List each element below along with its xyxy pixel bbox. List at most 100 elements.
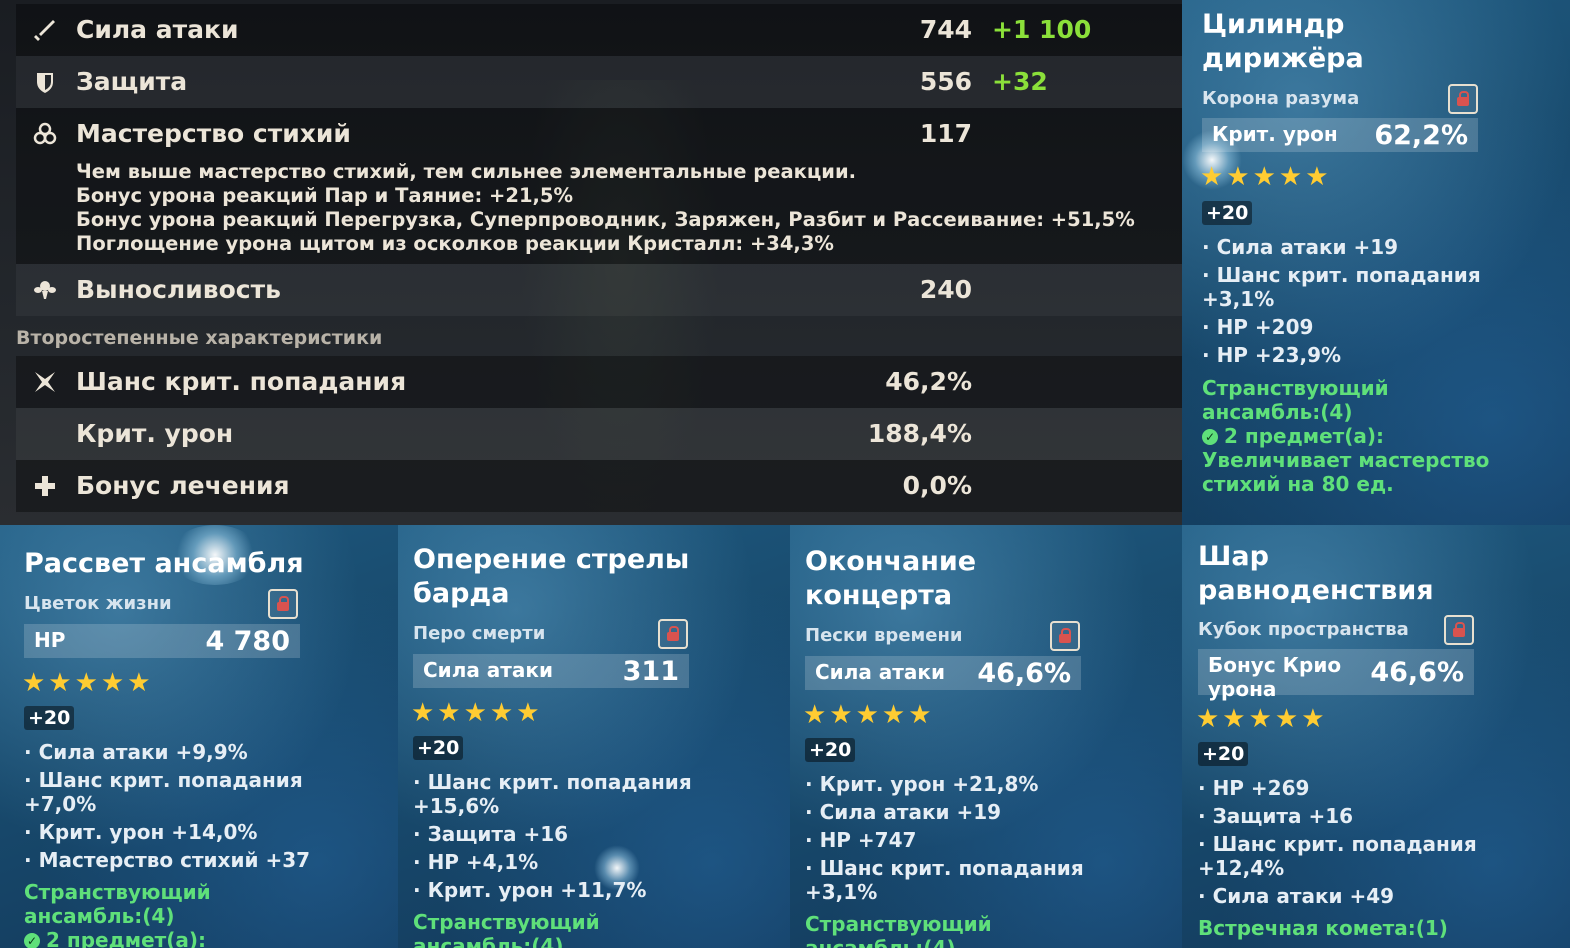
stat-row-crit-damage: Крит. урон 188,4%	[16, 408, 1182, 460]
lock-icon[interactable]	[1448, 84, 1478, 114]
artifact-title: Цилиндр дирижёра	[1202, 9, 1364, 74]
artifact-main-stat: HP 4 780	[24, 624, 300, 658]
elemental-mastery-icon	[32, 121, 58, 147]
artifact-set-bonus: ✓ 2 предмет(а): Увеличивает мастерство ст…	[1202, 424, 1492, 496]
substat: HP +747	[805, 826, 1084, 854]
artifact-set-name: Странствующий ансамбль:(4)	[24, 880, 211, 928]
stat-row-stamina: Выносливость 240	[16, 264, 1182, 316]
lock-icon[interactable]	[658, 619, 688, 649]
artifact-main-stat: Бонус Крио урона 46,6%	[1198, 649, 1474, 701]
lock-icon[interactable]	[1050, 621, 1080, 651]
stat-name: Защита	[76, 67, 188, 96]
substat-continuation: +3,1%	[805, 880, 878, 904]
substat: Мастерство стихий +37	[24, 846, 310, 874]
artifact-set-name: Встречная комета:(1)	[1198, 916, 1448, 940]
artifact-level: +20	[413, 736, 464, 760]
lock-icon[interactable]	[1444, 615, 1474, 645]
crit-rate-icon	[32, 369, 58, 395]
substat-continuation: +3,1%	[1202, 287, 1275, 311]
stat-name: Мастерство стихий	[76, 119, 351, 148]
character-stats-panel: Сила атаки 744 +1 100 Защита 556 +32 Мас…	[0, 0, 1182, 525]
artifact-main-stat: Сила атаки 311	[413, 654, 689, 688]
stat-name: Крит. урон	[76, 419, 234, 448]
artifact-slot: Перо смерти	[413, 623, 546, 644]
artifact-slot: Цветок жизни	[24, 593, 172, 614]
healing-bonus-icon	[32, 473, 58, 499]
artifact-title: Шар равноденствия	[1198, 541, 1434, 606]
stat-row-defense: Защита 556 +32	[16, 56, 1182, 108]
artifact-card-sands[interactable]: Окончание концерта Пески времени Сила ат…	[790, 525, 1182, 948]
substat: HP +23,9%	[1202, 341, 1481, 369]
em-description-line: Бонус урона реакций Перегрузка, Суперпро…	[76, 208, 1135, 231]
stat-value: 117	[919, 119, 972, 148]
main-stat-name: Сила атаки	[423, 658, 553, 682]
artifact-set-name: Странствующий ансамбль:(4)	[1202, 376, 1389, 424]
main-stat-name: HP	[34, 628, 66, 652]
em-description-line: Чем выше мастерство стихий, тем сильнее …	[76, 160, 857, 183]
stat-value: 188,4%	[867, 419, 972, 448]
stat-value: 0,0%	[902, 471, 972, 500]
main-stat-value: 4 780	[205, 626, 290, 657]
stat-value: 240	[919, 275, 972, 304]
artifact-card-goblet[interactable]: Шар равноденствия Кубок пространства Бон…	[1182, 525, 1570, 948]
stat-bonus: +1 100	[992, 15, 1092, 44]
artifact-slot: Пески времени	[805, 625, 963, 646]
lock-icon[interactable]	[268, 589, 298, 619]
artifact-card-circlet[interactable]: Цилиндр дирижёра Корона разума Крит. уро…	[1182, 0, 1570, 525]
artifact-substats: Сила атаки +9,9% Шанс крит. попадания +7…	[24, 738, 310, 874]
main-stat-name: Бонус Крио урона	[1208, 653, 1342, 701]
artifact-set-bonus: ✓ 2 предмет(а):	[24, 928, 206, 948]
sword-icon	[32, 17, 58, 43]
stat-name: Выносливость	[76, 275, 281, 304]
artifact-level: +20	[24, 706, 75, 730]
artifact-set-name: Странствующий ансамбль:(4)	[805, 912, 992, 948]
stat-name: Сила атаки	[76, 15, 239, 44]
artifact-card-plume[interactable]: Оперение стрелы барда Перо смерти Сила а…	[398, 525, 790, 948]
rarity-stars: ★★★★★	[22, 668, 154, 698]
substat: Сила атаки +19	[1202, 233, 1481, 261]
stat-row-healing-bonus: Бонус лечения 0,0%	[16, 460, 1182, 512]
artifact-substats: Крит. урон +21,8% Сила атаки +19 HP +747…	[805, 770, 1084, 906]
artifact-main-stat: Сила атаки 46,6%	[805, 656, 1081, 690]
main-stat-value: 46,6%	[977, 658, 1071, 689]
check-icon: ✓	[24, 933, 40, 948]
stat-value: 46,2%	[885, 367, 972, 396]
artifact-substats: HP +269 Защита +16 Шанс крит. попадания …	[1198, 774, 1477, 910]
rarity-stars: ★★★★★	[411, 698, 543, 728]
substat: HP +269	[1198, 774, 1477, 802]
main-stat-name: Крит. урон	[1212, 122, 1338, 146]
em-description-line: Бонус урона реакций Пар и Таяние: +21,5%	[76, 184, 574, 207]
artifact-level: +20	[1198, 742, 1249, 766]
secondary-stats-title: Второстепенные характеристики	[16, 327, 383, 349]
artifact-main-stat: Крит. урон 62,2%	[1202, 118, 1478, 152]
stat-name: Бонус лечения	[76, 471, 290, 500]
substat: Крит. урон +21,8%	[805, 770, 1084, 798]
main-stat-value: 62,2%	[1374, 120, 1468, 151]
substat: HP +209	[1202, 313, 1481, 341]
stat-value: 744	[919, 15, 972, 44]
rarity-stars: ★★★★★	[803, 700, 935, 730]
artifact-level: +20	[805, 738, 856, 762]
substat: HP +4,1%	[413, 848, 692, 876]
substat-continuation: +12,4%	[1198, 856, 1285, 880]
artifact-title: Оперение стрелы барда	[413, 544, 690, 609]
stat-row-crit-rate: Шанс крит. попадания 46,2%	[16, 356, 1182, 408]
artifact-substats: Сила атаки +19 Шанс крит. попадания +3,1…	[1202, 233, 1481, 369]
main-stat-value: 46,6%	[1370, 657, 1464, 688]
stamina-icon	[32, 277, 58, 303]
substat: Сила атаки +9,9%	[24, 738, 310, 766]
shield-icon	[32, 69, 58, 95]
artifact-title: Окончание концерта	[805, 546, 977, 611]
artifact-substats: Шанс крит. попадания +15,6% Защита +16 H…	[413, 768, 692, 904]
substat: Сила атаки +19	[805, 798, 1084, 826]
rarity-stars: ★★★★★	[1196, 704, 1328, 734]
stat-name: Шанс крит. попадания	[76, 367, 407, 396]
substat-continuation: +7,0%	[24, 792, 97, 816]
artifact-set-name: Странствующий ансамбль:(4)	[413, 910, 600, 948]
artifact-level: +20	[1202, 201, 1253, 225]
stat-row-attack: Сила атаки 744 +1 100	[16, 4, 1182, 56]
main-stat-value: 311	[622, 656, 679, 687]
substat: Крит. урон +14,0%	[24, 818, 310, 846]
substat-continuation: +15,6%	[413, 794, 500, 818]
artifact-card-flower[interactable]: Рассвет ансамбля Цветок жизни HP 4 780 ★…	[0, 525, 398, 948]
